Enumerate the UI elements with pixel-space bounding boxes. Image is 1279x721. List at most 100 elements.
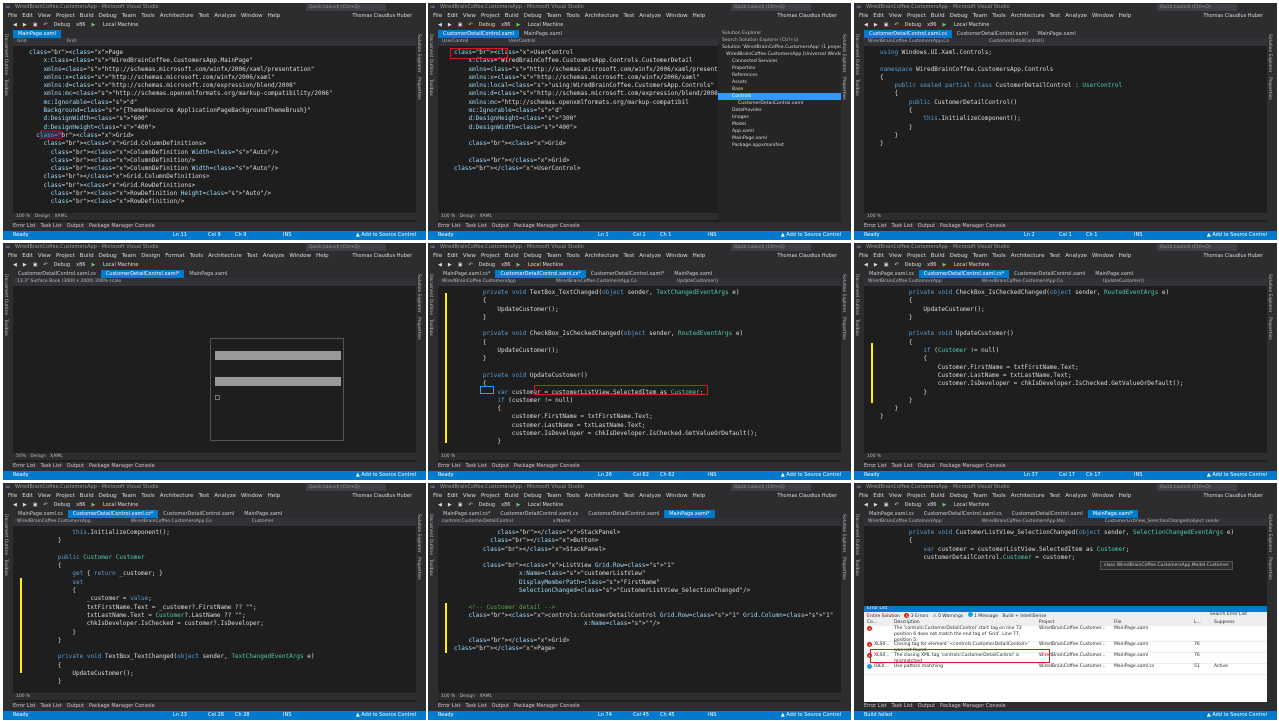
document-tab[interactable]: CustomerDetailControl.xaml.cs: [495, 510, 583, 518]
menu-item[interactable]: Test: [623, 253, 634, 259]
document-outline-tab[interactable]: Document Outline: [428, 514, 433, 555]
menu-item[interactable]: Build: [931, 493, 945, 499]
back-icon[interactable]: ◀: [438, 262, 442, 268]
menu-item[interactable]: Help: [316, 253, 329, 259]
menu-item[interactable]: Window: [1092, 13, 1114, 19]
solution-explorer-item[interactable]: Base: [718, 86, 841, 93]
menu-item[interactable]: Build: [931, 253, 945, 259]
menu-item[interactable]: View: [463, 493, 476, 499]
nav-dropdown[interactable]: WiredBrainCoffee.CustomersApp.Mai: [982, 519, 1065, 524]
menu-item[interactable]: Architecture: [160, 13, 194, 19]
task-list-tab[interactable]: Task List: [892, 223, 913, 229]
menu-item[interactable]: Test: [1049, 253, 1060, 259]
undo-icon[interactable]: ↶: [894, 502, 898, 508]
menu-item[interactable]: Help: [693, 253, 706, 259]
menu-item[interactable]: Build: [931, 13, 945, 19]
solution-explorer-tab[interactable]: Solution Explorer: [416, 274, 421, 313]
error-list-tab[interactable]: Error List: [864, 223, 887, 229]
menu-item[interactable]: Build: [80, 13, 94, 19]
menu-item[interactable]: Edit: [22, 253, 33, 259]
quick-launch-input[interactable]: Quick Launch (Ctrl+Q): [306, 4, 386, 11]
menu-item[interactable]: File: [433, 493, 442, 499]
solution-explorer-item[interactable]: App.xaml: [718, 128, 841, 135]
platform-select[interactable]: x86: [927, 502, 936, 508]
task-list-tab[interactable]: Task List: [466, 463, 487, 469]
forward-icon[interactable]: ▶: [448, 262, 452, 268]
quick-launch-input[interactable]: Quick Launch (Ctrl+Q): [1157, 484, 1237, 491]
output-tab[interactable]: Output: [918, 703, 935, 709]
add-to-source-control-button[interactable]: ▲ Add to Source Control: [356, 231, 416, 240]
menu-item[interactable]: Project: [481, 13, 500, 19]
properties-tab[interactable]: Properties: [841, 77, 846, 100]
menu-item[interactable]: Project: [56, 13, 75, 19]
config-select[interactable]: Debug: [479, 262, 495, 268]
zoom-level[interactable]: 100 %: [441, 694, 455, 699]
task-list-tab[interactable]: Task List: [892, 703, 913, 709]
nav-dropdown[interactable]: WiredBrainCoffee.CustomersApp.Co: [556, 279, 637, 284]
menu-item[interactable]: View: [463, 253, 476, 259]
quick-launch-input[interactable]: Quick Launch (Ctrl+Q): [1157, 4, 1237, 11]
config-select[interactable]: Debug: [479, 22, 495, 28]
document-tab[interactable]: MainPage.xaml.cs: [864, 510, 919, 518]
nav-dropdown[interactable]: WiredBrainCoffee.CustomersApp.Co: [868, 39, 949, 44]
menu-item[interactable]: Help: [693, 493, 706, 499]
zoom-level[interactable]: 100 %: [441, 214, 455, 219]
menu-item[interactable]: Analyze: [214, 493, 236, 499]
menu-item[interactable]: Edit: [447, 13, 458, 19]
code-editor[interactable]: class="br"></class="x">StackPanel>​ clas…: [438, 526, 841, 693]
menu-item[interactable]: Project: [907, 13, 926, 19]
quick-launch-input[interactable]: Quick Launch (Ctrl+Q): [306, 484, 386, 491]
document-tab[interactable]: MainPage.xaml.cs*: [438, 270, 495, 278]
document-tab[interactable]: MainPage.xaml: [13, 30, 61, 38]
document-tab[interactable]: CustomerDetailControl.xaml: [952, 30, 1033, 38]
properties-tab[interactable]: Properties: [1267, 317, 1272, 340]
code-editor[interactable]: class="br"><class="x">UserControl​ x:Cla…: [438, 46, 718, 213]
menu-item[interactable]: Tools: [141, 13, 155, 19]
menu-item[interactable]: Window: [241, 13, 263, 19]
document-tab[interactable]: CustomerDetailControl.xaml: [158, 510, 239, 518]
toolbox-tab[interactable]: Toolbox: [854, 319, 859, 336]
nav-dropdown[interactable]: UserControl: [442, 39, 469, 44]
menu-item[interactable]: Test: [198, 493, 209, 499]
warnings-filter[interactable]: ⚠ 0 Warnings: [933, 614, 964, 619]
package-manager-console-tab[interactable]: Package Manager Console: [514, 463, 580, 469]
run-button[interactable]: ▶ Local Machine: [942, 502, 995, 508]
solution-explorer-item[interactable]: Model: [718, 121, 841, 128]
save-icon[interactable]: ▣: [884, 262, 889, 268]
document-outline-tab[interactable]: Document Outline: [854, 274, 859, 315]
platform-select[interactable]: x86: [927, 262, 936, 268]
design-tab[interactable]: Design: [460, 694, 476, 699]
solution-explorer-tab[interactable]: Solution Explorer: [1267, 274, 1272, 313]
config-select[interactable]: Debug: [54, 22, 70, 28]
document-tab[interactable]: CustomerDetailControl.xaml.cs*: [67, 510, 159, 518]
menu-item[interactable]: Help: [268, 13, 281, 19]
undo-icon[interactable]: ↶: [468, 262, 472, 268]
menu-item[interactable]: Window: [1092, 253, 1114, 259]
properties-tab[interactable]: Properties: [1267, 557, 1272, 580]
document-tab[interactable]: MainPage.xaml.cs*: [438, 510, 495, 518]
solution-explorer-item[interactable]: Connected Services: [718, 58, 841, 65]
menu-item[interactable]: View: [38, 493, 51, 499]
menu-item[interactable]: File: [859, 493, 868, 499]
undo-icon[interactable]: ↶: [894, 262, 898, 268]
task-list-tab[interactable]: Task List: [41, 223, 62, 229]
document-outline-tab[interactable]: Document Outline: [3, 514, 8, 555]
xaml-tab[interactable]: XAML: [50, 454, 63, 459]
add-to-source-control-button[interactable]: ▲ Add to Source Control: [1207, 711, 1267, 720]
package-manager-console-tab[interactable]: Package Manager Console: [89, 463, 155, 469]
document-tab[interactable]: MainPage.xaml.cs: [13, 510, 68, 518]
menu-item[interactable]: Architecture: [1011, 253, 1045, 259]
solution-explorer-item[interactable]: References: [718, 72, 841, 79]
output-tab[interactable]: Output: [67, 463, 84, 469]
back-icon[interactable]: ◀: [13, 262, 17, 268]
output-tab[interactable]: Output: [918, 463, 935, 469]
solution-explorer-item[interactable]: Properties: [718, 65, 841, 72]
task-list-tab[interactable]: Task List: [466, 703, 487, 709]
menu-item[interactable]: Team: [547, 253, 562, 259]
menu-item[interactable]: Analyze: [639, 493, 661, 499]
menu-item[interactable]: Tools: [566, 253, 580, 259]
nav-dropdown[interactable]: WiredBrainCoffee.CustomersApp: [17, 519, 91, 524]
quick-launch-input[interactable]: Quick Launch (Ctrl+Q): [731, 244, 811, 251]
code-editor[interactable]: this.InitializeComponent();​ }​​ public …: [13, 526, 416, 693]
forward-icon[interactable]: ▶: [448, 502, 452, 508]
